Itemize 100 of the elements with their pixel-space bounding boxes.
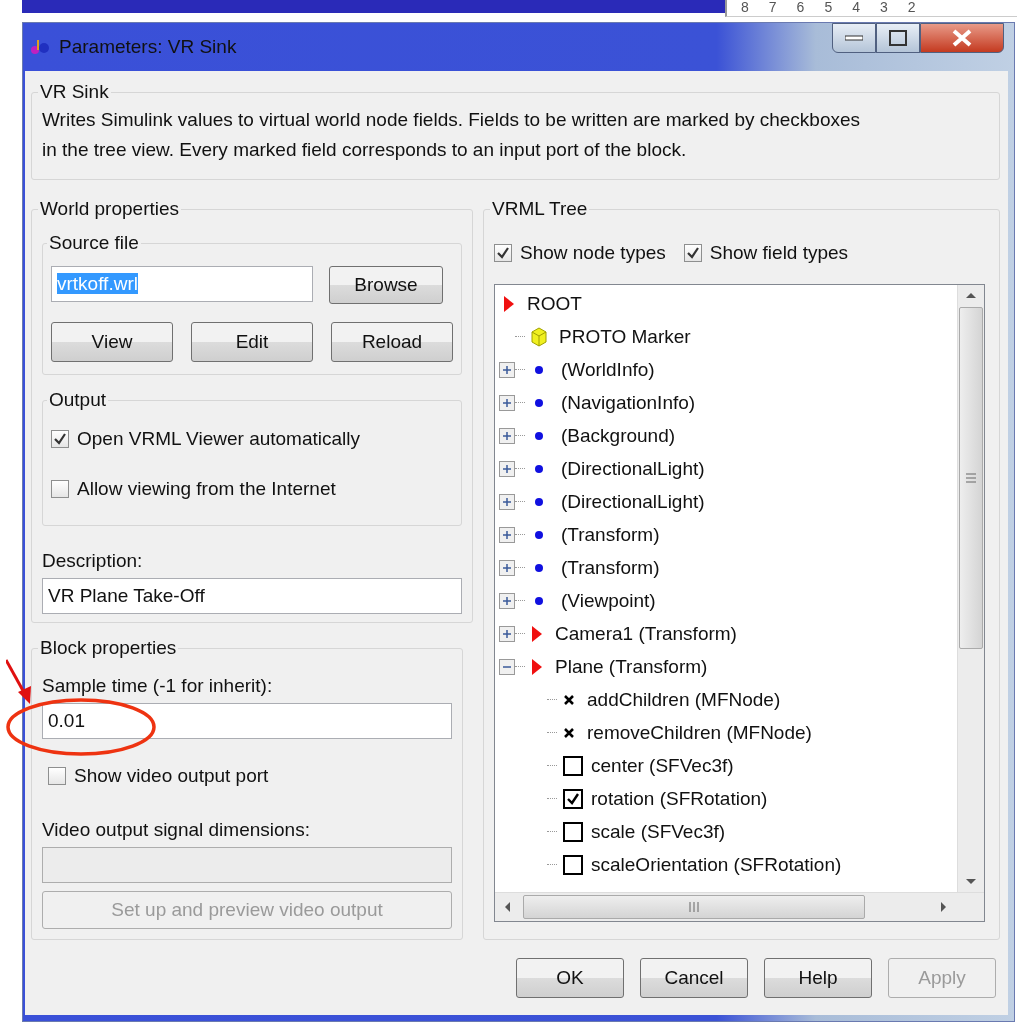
- tree-item[interactable]: scaleOrientation (SFRotation): [591, 853, 842, 876]
- dialog-button[interactable]: Cancel: [640, 958, 748, 998]
- tree-item[interactable]: PROTO Marker: [559, 325, 691, 348]
- cross-icon: [563, 693, 575, 706]
- expand-icon[interactable]: [499, 427, 515, 444]
- dot-icon: [535, 398, 543, 407]
- checkbox[interactable]: [563, 821, 583, 842]
- tree-item[interactable]: Camera1 (Transform): [555, 622, 737, 645]
- group-title: Source file: [48, 232, 140, 254]
- group-title: Block properties: [39, 637, 178, 659]
- scroll-down-icon[interactable]: [965, 878, 977, 886]
- triangle-icon: [531, 624, 543, 643]
- tree-item[interactable]: (WorldInfo): [561, 358, 655, 381]
- scroll-thumb[interactable]: [959, 307, 983, 649]
- annotation-arrow: [6, 659, 31, 704]
- expand-icon[interactable]: [499, 493, 515, 510]
- expand-icon[interactable]: [499, 526, 515, 543]
- dot-icon: [535, 497, 543, 506]
- file-action-button[interactable]: Reload: [331, 322, 453, 362]
- checkbox[interactable]: [563, 854, 583, 875]
- ruler-number: 6: [796, 0, 805, 16]
- tree-item[interactable]: (Viewpoint): [561, 589, 656, 612]
- checkbox-option[interactable]: Show video output port: [48, 757, 452, 795]
- grip-icon: [965, 473, 977, 483]
- browse-button[interactable]: Browse: [329, 266, 443, 304]
- tree-item[interactable]: (Transform): [561, 523, 660, 546]
- dot-icon: [535, 596, 543, 605]
- checkbox[interactable]: [494, 244, 512, 262]
- grip-icon: [688, 901, 700, 913]
- collapse-icon[interactable]: [499, 658, 515, 675]
- expand-icon[interactable]: [499, 361, 515, 378]
- vertical-scrollbar[interactable]: [957, 285, 984, 892]
- checkbox-option[interactable]: Open VRML Viewer automatically: [51, 417, 453, 461]
- expand-icon[interactable]: [499, 460, 515, 477]
- tree-item[interactable]: center (SFVec3f): [591, 754, 734, 777]
- tree-item[interactable]: (DirectionalLight): [561, 457, 705, 480]
- tree-item[interactable]: (NavigationInfo): [561, 391, 696, 414]
- tree-item[interactable]: (Background): [561, 424, 676, 447]
- ruler-number: 4: [852, 0, 860, 16]
- checkbox-option[interactable]: Allow viewing from the Internet: [51, 467, 453, 511]
- checkbox-option[interactable]: Show field types: [683, 234, 849, 272]
- maximize-button[interactable]: [876, 23, 920, 53]
- group-title: World properties: [39, 198, 181, 220]
- expand-icon[interactable]: [499, 592, 515, 609]
- ruler-number: 8: [741, 0, 749, 16]
- field-label: Video output signal dimensions:: [42, 819, 311, 841]
- file-action-button[interactable]: Edit: [191, 322, 313, 362]
- sample-time-field[interactable]: 0.01: [42, 703, 452, 739]
- triangle-icon: [503, 294, 515, 313]
- tree-item[interactable]: scale (SFVec3f): [591, 820, 726, 843]
- app-icon: [29, 38, 51, 56]
- horizontal-scrollbar[interactable]: [495, 892, 984, 921]
- scroll-up-icon[interactable]: [965, 291, 977, 299]
- group-title: Output: [48, 389, 108, 411]
- window-title: Parameters: VR Sink: [59, 36, 237, 58]
- file-action-button[interactable]: View: [51, 322, 173, 362]
- ruler-number: 3: [880, 0, 888, 16]
- close-icon: [951, 29, 973, 47]
- expand-icon[interactable]: [499, 394, 515, 411]
- minimize-icon: [845, 35, 863, 41]
- checkbox[interactable]: [51, 430, 69, 448]
- dot-icon: [535, 431, 543, 440]
- scroll-right-icon[interactable]: [940, 901, 948, 913]
- checkbox[interactable]: [563, 788, 583, 809]
- description-text: Writes Simulink values to virtual world node fields. Fields to be written are marked by checkboxes in the tree view. Every marked field corresponds to an input port of the block.: [42, 108, 862, 162]
- description-field[interactable]: VR Plane Take-Off: [42, 578, 462, 614]
- minimize-button[interactable]: [832, 23, 876, 53]
- close-button[interactable]: [920, 23, 1004, 53]
- field-label: Sample time (-1 for inherit):: [42, 675, 274, 697]
- cross-icon: [563, 726, 575, 739]
- ruler-number: 5: [824, 0, 833, 16]
- dot-icon: [535, 464, 543, 473]
- cube-icon: [531, 326, 547, 347]
- dialog-button[interactable]: Help: [764, 958, 872, 998]
- scroll-thumb[interactable]: [523, 895, 865, 919]
- tree-item[interactable]: addChildren (MFNode): [587, 688, 781, 711]
- field-label: Description:: [42, 550, 144, 572]
- checkbox[interactable]: [683, 244, 702, 262]
- ruler-number: 7: [768, 0, 777, 16]
- tree-item[interactable]: rotation (SFRotation): [591, 787, 768, 810]
- expand-icon[interactable]: [499, 625, 515, 642]
- tree-item[interactable]: (DirectionalLight): [561, 490, 705, 513]
- tree-item[interactable]: Plane (Transform): [555, 655, 708, 678]
- group-title: VRML Tree: [491, 198, 589, 220]
- dot-icon: [535, 530, 543, 539]
- checkbox[interactable]: [563, 755, 583, 776]
- tree-item[interactable]: (Transform): [561, 556, 660, 579]
- dialog-button[interactable]: OK: [516, 958, 624, 998]
- group-title: VR Sink: [39, 81, 110, 103]
- dot-icon: [535, 563, 543, 572]
- checkbox[interactable]: [51, 480, 69, 498]
- ruler-number: 2: [907, 0, 916, 16]
- dot-icon: [535, 365, 543, 374]
- checkbox[interactable]: [48, 767, 66, 785]
- tree-item[interactable]: removeChildren (MFNode): [587, 721, 812, 744]
- scroll-left-icon[interactable]: [503, 901, 511, 913]
- expand-icon[interactable]: [499, 559, 515, 576]
- tree-item[interactable]: ROOT: [527, 292, 582, 315]
- checkbox-option[interactable]: Show node types: [494, 234, 666, 272]
- maximize-icon: [889, 30, 907, 46]
